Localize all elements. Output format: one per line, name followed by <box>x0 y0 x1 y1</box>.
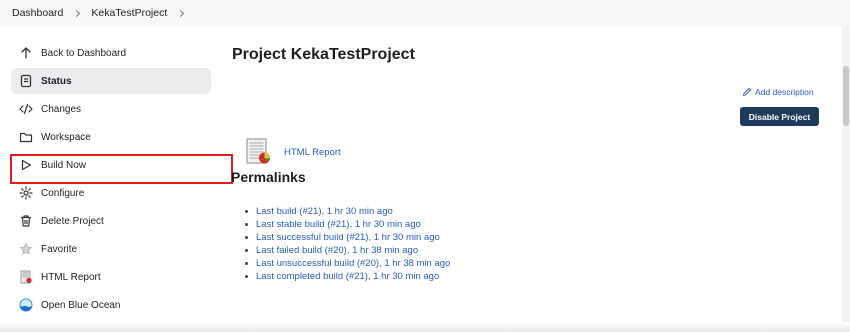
sidebar-item-label: Changes <box>41 103 82 115</box>
sidebar-item-label: Status <box>41 75 72 87</box>
bullet-icon <box>245 210 248 213</box>
chevron-right-icon[interactable] <box>177 9 185 17</box>
sidebar-item-label: Workspace <box>41 131 91 143</box>
bullet-icon <box>245 249 248 252</box>
sidebar-item-changes[interactable]: Changes <box>11 96 211 122</box>
permalink-last-unsuccessful-build[interactable]: Last unsuccessful build (#20), 1 hr 38 m… <box>256 258 450 269</box>
breadcrumb-project[interactable]: KekaTestProject <box>91 7 167 19</box>
disable-project-button[interactable]: Disable Project <box>740 107 819 126</box>
list-item: Last build (#21), 1 hr 30 min ago <box>245 205 450 218</box>
scrollbar-thumb[interactable] <box>843 66 849 126</box>
pencil-icon <box>743 88 751 96</box>
html-report-icon <box>246 138 270 164</box>
list-item: Last failed build (#20), 1 hr 38 min ago <box>245 244 450 257</box>
gear-icon <box>19 186 33 200</box>
permalink-last-completed-build[interactable]: Last completed build (#21), 1 hr 30 min … <box>256 271 439 282</box>
permalinks-title: Permalinks <box>231 169 306 185</box>
sidebar-item-label: Configure <box>41 187 85 199</box>
bottom-edge <box>0 322 850 332</box>
bullet-icon <box>245 262 248 265</box>
html-report-link[interactable]: HTML Report <box>284 147 341 158</box>
sidebar-item-delete-project[interactable]: Delete Project <box>11 208 211 234</box>
permalink-last-stable-build[interactable]: Last stable build (#21), 1 hr 30 min ago <box>256 219 421 230</box>
sidebar-item-label: Favorite <box>41 243 78 255</box>
blue-ocean-icon <box>19 298 33 312</box>
star-icon <box>19 242 33 256</box>
sidebar-item-label: Back to Dashboard <box>41 47 127 59</box>
sidebar-item-back-to-dashboard[interactable]: Back to Dashboard <box>11 40 211 66</box>
play-icon <box>19 158 33 172</box>
add-description-link[interactable]: Add description <box>742 87 814 97</box>
sidebar-item-label: Build Now <box>41 159 87 171</box>
sidebar-item-label: Delete Project <box>41 215 104 227</box>
list-item: Last completed build (#21), 1 hr 30 min … <box>245 270 450 283</box>
document-icon <box>19 74 33 88</box>
sidebar-item-workspace[interactable]: Workspace <box>11 124 211 150</box>
sidebar: Back to Dashboard Status Changes Workspa… <box>11 40 211 320</box>
arrow-up-icon <box>19 46 33 60</box>
add-description-label: Add description <box>755 87 814 97</box>
folder-icon <box>19 130 33 144</box>
bullet-icon <box>245 236 248 239</box>
bullet-icon <box>245 275 248 278</box>
trash-icon <box>19 214 33 228</box>
permalink-last-successful-build[interactable]: Last successful build (#21), 1 hr 30 min… <box>256 232 440 243</box>
sidebar-item-open-blue-ocean[interactable]: Open Blue Ocean <box>11 292 211 318</box>
list-item: Last stable build (#21), 1 hr 30 min ago <box>245 218 450 231</box>
permalinks-list: Last build (#21), 1 hr 30 min ago Last s… <box>245 205 450 283</box>
breadcrumb: Dashboard KekaTestProject <box>0 0 850 26</box>
permalink-last-build[interactable]: Last build (#21), 1 hr 30 min ago <box>256 206 393 217</box>
sidebar-item-status[interactable]: Status <box>11 68 211 94</box>
code-icon <box>19 102 33 116</box>
chevron-right-icon <box>73 9 81 17</box>
page-title: Project KekaTestProject <box>232 46 415 63</box>
breadcrumb-dashboard[interactable]: Dashboard <box>12 7 63 19</box>
scrollbar[interactable] <box>842 26 850 326</box>
permalink-last-failed-build[interactable]: Last failed build (#20), 1 hr 38 min ago <box>256 245 418 256</box>
list-item: Last unsuccessful build (#20), 1 hr 38 m… <box>245 257 450 270</box>
sidebar-item-html-report[interactable]: HTML Report <box>11 264 211 290</box>
bullet-icon <box>245 223 248 226</box>
sidebar-item-configure[interactable]: Configure <box>11 180 211 206</box>
html-report-icon <box>19 270 33 284</box>
sidebar-item-build-now[interactable]: Build Now <box>11 152 211 178</box>
sidebar-item-label: HTML Report <box>41 271 101 283</box>
sidebar-item-label: Open Blue Ocean <box>41 299 121 311</box>
list-item: Last successful build (#21), 1 hr 30 min… <box>245 231 450 244</box>
sidebar-item-favorite[interactable]: Favorite <box>11 236 211 262</box>
